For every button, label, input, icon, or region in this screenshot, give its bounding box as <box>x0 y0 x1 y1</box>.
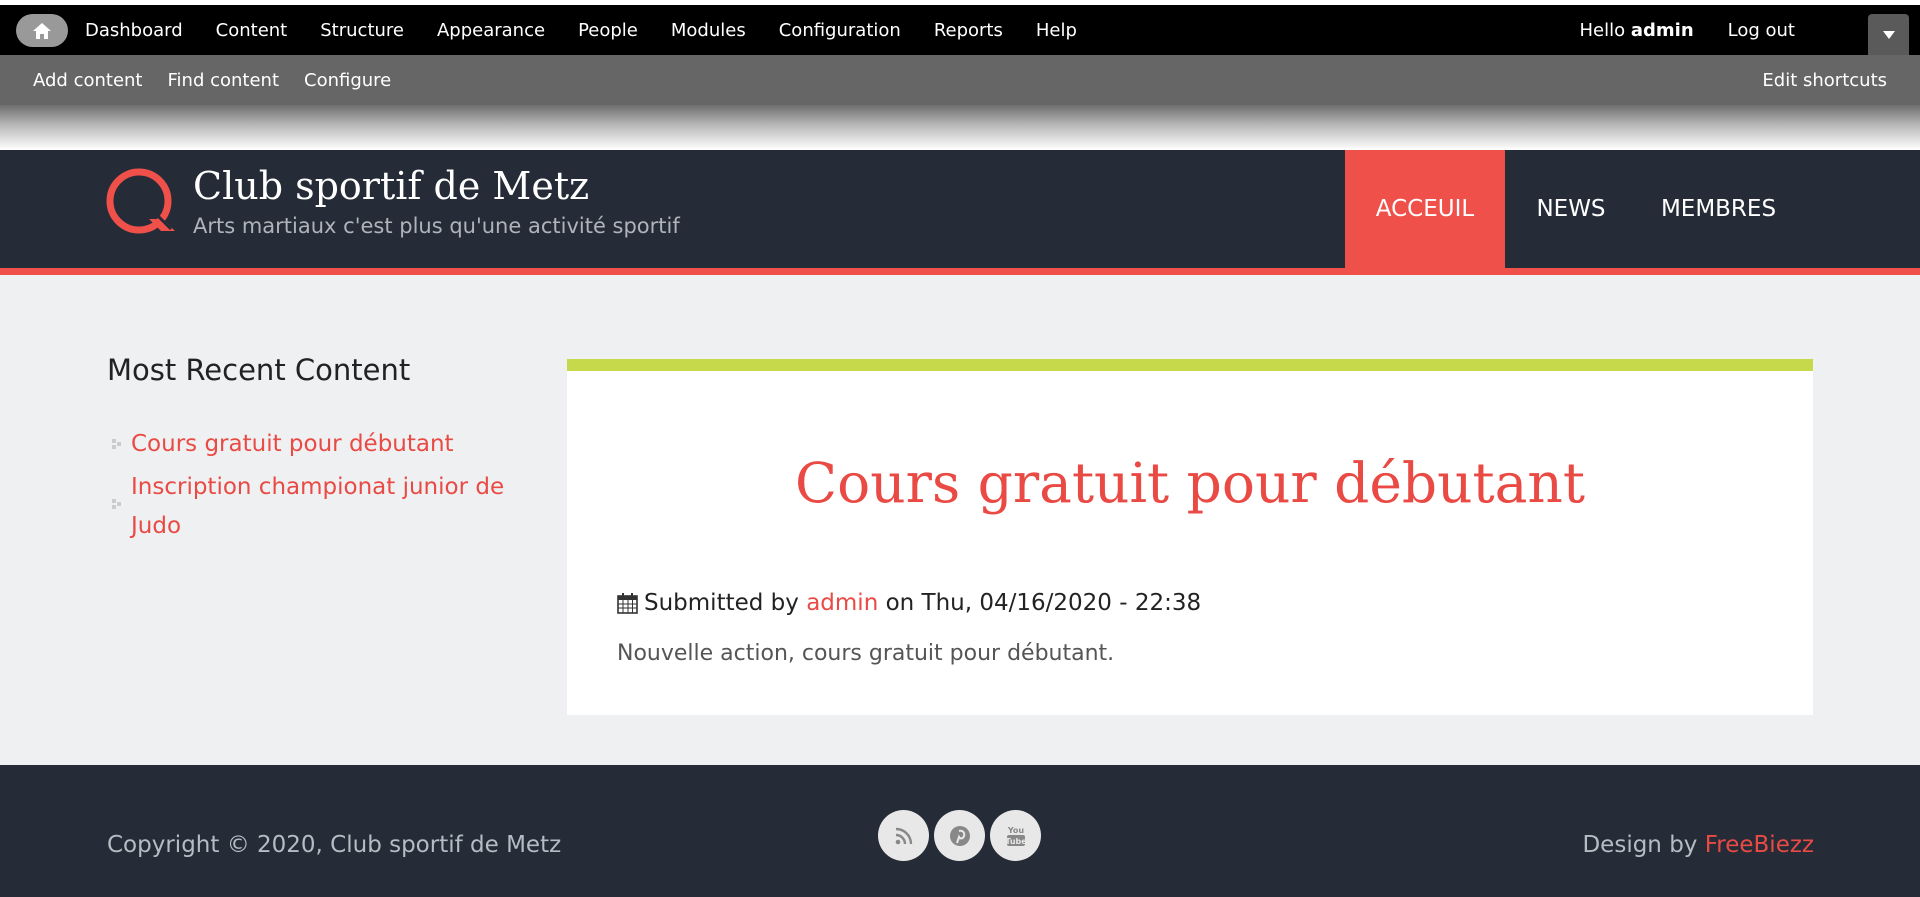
shortcut-add-content[interactable]: Add content <box>33 70 143 91</box>
admin-menu-people[interactable]: People <box>578 20 638 41</box>
bullet-icon <box>112 439 121 449</box>
design-credit: Design by FreeBiezz <box>1582 832 1814 858</box>
svg-text:You: You <box>1006 826 1024 835</box>
nav-news[interactable]: NEWS <box>1505 150 1637 268</box>
article-meta: Submitted by admin on Thu, 04/16/2020 - … <box>617 590 1201 616</box>
site-footer: Copyright © 2020, Club sportif de Metz Y… <box>0 765 1920 897</box>
article-body: Nouvelle action, cours gratuit pour débu… <box>617 641 1115 666</box>
youtube-icon: You Tube <box>1005 826 1027 846</box>
admin-menu-configuration[interactable]: Configuration <box>779 20 901 41</box>
shortcut-configure[interactable]: Configure <box>304 70 391 91</box>
recent-content-list: Cours gratuit pour débutant Inscription … <box>110 425 510 550</box>
list-item: Cours gratuit pour débutant <box>110 425 510 464</box>
hello-text[interactable]: Hello admin <box>1580 20 1694 41</box>
username: admin <box>1630 19 1694 41</box>
pinterest-button[interactable] <box>934 810 985 861</box>
nav-acceuil[interactable]: ACCEUIL <box>1345 150 1505 268</box>
site-logo[interactable] <box>105 167 177 239</box>
admin-menu-reports[interactable]: Reports <box>934 20 1003 41</box>
bullet-icon <box>112 499 121 509</box>
rss-icon <box>895 827 912 844</box>
copyright: Copyright © 2020, Club sportif de Metz <box>107 832 562 858</box>
recent-item-link[interactable]: Inscription championat junior de Judo <box>131 474 504 539</box>
author-link[interactable]: admin <box>806 590 878 616</box>
admin-menu-appearance[interactable]: Appearance <box>437 20 545 41</box>
main-nav: ACCEUIL NEWS MEMBRES <box>1345 150 1796 268</box>
article-card: Cours gratuit pour débutant Submitted by… <box>567 359 1813 715</box>
rss-button[interactable] <box>878 810 929 861</box>
site-slogan: Arts martiaux c'est plus qu'une activité… <box>193 214 680 238</box>
youtube-button[interactable]: You Tube <box>990 810 1041 861</box>
admin-menu: Dashboard Content Structure Appearance P… <box>85 5 1110 55</box>
social-links: You Tube <box>878 810 1046 861</box>
submitted-prefix: Submitted by <box>644 590 799 616</box>
header-accent-line <box>0 268 1920 275</box>
shortcuts-toggle-button[interactable] <box>1868 14 1909 55</box>
sidebar-title: Most Recent Content <box>107 353 411 387</box>
admin-menu-structure[interactable]: Structure <box>320 20 404 41</box>
design-prefix: Design by <box>1582 832 1698 858</box>
edit-shortcuts-link[interactable]: Edit shortcuts <box>1762 70 1887 91</box>
home-button[interactable] <box>16 14 68 47</box>
admin-menu-help[interactable]: Help <box>1036 20 1077 41</box>
site-name[interactable]: Club sportif de Metz <box>193 164 589 208</box>
recent-item-link[interactable]: Cours gratuit pour débutant <box>131 431 454 457</box>
shortcuts-bar: Add content Find content Configure Edit … <box>0 55 1920 105</box>
nav-membres[interactable]: MEMBRES <box>1641 150 1796 268</box>
hello-prefix: Hello <box>1579 19 1626 41</box>
shortcut-find-content[interactable]: Find content <box>168 70 280 91</box>
admin-menu-modules[interactable]: Modules <box>671 20 746 41</box>
toolbar-shadow <box>0 105 1920 150</box>
admin-menu-dashboard[interactable]: Dashboard <box>85 20 183 41</box>
calendar-icon <box>617 592 638 614</box>
list-item: Inscription championat junior de Judo <box>110 468 510 546</box>
admin-user-area: Hello admin Log out <box>1580 5 1796 55</box>
admin-menu-content[interactable]: Content <box>216 20 288 41</box>
pinterest-icon <box>949 825 970 846</box>
svg-text:Tube: Tube <box>1005 837 1027 846</box>
home-icon <box>33 22 51 39</box>
article-title[interactable]: Cours gratuit pour débutant <box>567 451 1813 515</box>
admin-toolbar: Dashboard Content Structure Appearance P… <box>0 0 1920 55</box>
design-credit-link[interactable]: FreeBiezz <box>1705 832 1814 858</box>
logout-link[interactable]: Log out <box>1728 20 1795 41</box>
triangle-down-icon <box>1882 30 1895 39</box>
article-date: on Thu, 04/16/2020 - 22:38 <box>885 590 1202 616</box>
